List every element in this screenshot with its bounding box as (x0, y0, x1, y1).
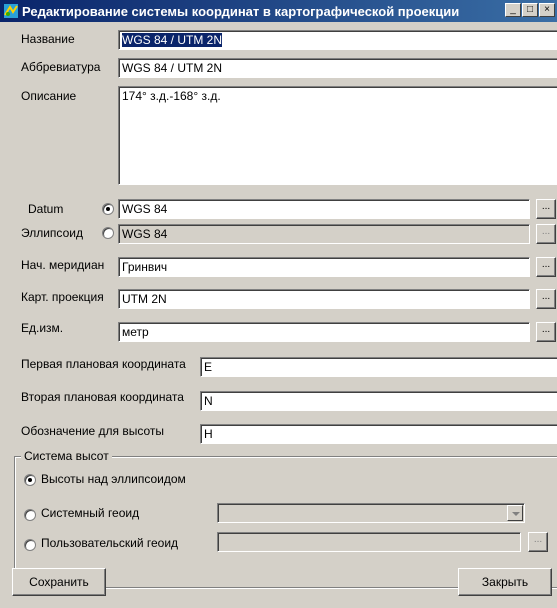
user-geoid-label: Пользовательский геоид (41, 536, 179, 550)
projection-label: Карт. проекция (21, 290, 104, 304)
datum-field[interactable]: WGS 84 (118, 199, 530, 219)
ellipsoid-radio[interactable] (102, 227, 114, 239)
ellipsoid-field[interactable]: WGS 84 (118, 224, 530, 244)
height-symbol-label: Обозначение для высоты (21, 424, 165, 438)
user-geoid-radio[interactable] (24, 539, 36, 551)
datum-radio[interactable] (102, 203, 114, 215)
user-geoid-field[interactable] (217, 532, 521, 552)
description-field[interactable]: 174° з.д.-168° з.д. (118, 86, 557, 185)
units-browse-button[interactable]: ... (536, 322, 556, 342)
units-field[interactable]: метр (118, 322, 530, 342)
ellipsoid-label: Эллипсоид (21, 226, 83, 240)
ellipsoid-heights-radio[interactable] (24, 474, 36, 486)
chevron-down-icon[interactable] (507, 505, 523, 521)
units-label: Ед.изм. (21, 321, 64, 335)
second-coordinate-label: Вторая плановая координата (21, 390, 184, 404)
first-coordinate-label: Первая плановая координата (21, 357, 186, 371)
first-coordinate-field[interactable]: E (200, 357, 557, 377)
meridian-browse-button[interactable]: ... (536, 257, 556, 277)
system-geoid-select[interactable] (217, 503, 525, 523)
save-button[interactable]: Сохранить (12, 568, 106, 596)
ellipsoid-browse-button[interactable]: ... (536, 224, 556, 244)
projection-browse-button[interactable]: ... (536, 289, 556, 309)
app-icon (4, 4, 18, 18)
user-geoid-browse-button[interactable]: ... (528, 532, 548, 552)
height-system-title: Система высот (21, 449, 112, 463)
system-geoid-radio[interactable] (24, 509, 36, 521)
maximize-button[interactable]: □ (522, 3, 538, 17)
close-dialog-button[interactable]: Закрыть (458, 568, 552, 596)
meridian-field[interactable]: Гринвич (118, 257, 530, 277)
name-label: Название (21, 32, 75, 46)
window-title: Редактирование системы координат в карто… (22, 4, 460, 19)
datum-label: Datum (28, 202, 64, 216)
name-value: WGS 84 / UTM 2N (122, 33, 223, 47)
coordinate-system-dialog: Редактирование системы координат в карто… (0, 0, 557, 608)
second-coordinate-field[interactable]: N (200, 391, 557, 411)
meridian-label: Нач. меридиан (21, 258, 105, 272)
projection-field[interactable]: UTM 2N (118, 289, 530, 309)
abbreviation-field[interactable]: WGS 84 / UTM 2N (118, 58, 557, 78)
title-bar[interactable]: Редактирование системы координат в карто… (0, 0, 557, 22)
description-label: Описание (21, 89, 77, 103)
abbreviation-label: Аббревиатура (21, 60, 101, 74)
minimize-button[interactable]: _ (505, 3, 521, 17)
system-geoid-label: Системный геоид (41, 506, 140, 520)
name-field[interactable]: WGS 84 / UTM 2N (118, 30, 557, 50)
datum-browse-button[interactable]: ... (536, 199, 556, 219)
ellipsoid-heights-label: Высоты над эллипсоидом (41, 472, 186, 486)
height-symbol-field[interactable]: H (200, 424, 557, 444)
close-button[interactable]: × (539, 3, 555, 17)
